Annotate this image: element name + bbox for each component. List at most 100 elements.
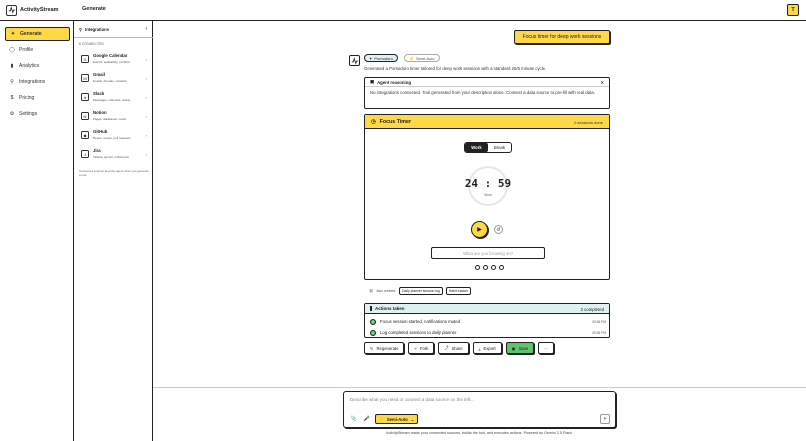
integration-jira[interactable]: J Jira Tickets, sprints, milestones ›: [79, 146, 149, 163]
top-bar: ActivityStream Generate T: [0, 0, 806, 21]
gear-icon: ⚙: [9, 111, 15, 117]
share-button[interactable]: ⤴ Share: [438, 342, 469, 354]
focus-input[interactable]: What are you focusing on?: [431, 247, 545, 259]
session-dot: [475, 265, 480, 270]
timer-card-header: ◷ Focus Timer 0 sessions done: [365, 115, 609, 129]
sparkle-icon: ✦: [10, 31, 16, 37]
chevron-right-icon: ›: [145, 133, 147, 138]
composer: Describe what you need or connect a data…: [343, 391, 616, 428]
more-icon: ···: [544, 345, 549, 351]
jira-icon: J: [81, 150, 89, 158]
app-name: ActivityStream: [20, 7, 59, 13]
bolt-icon: ⚡: [378, 416, 384, 421]
send-button[interactable]: ➤: [600, 414, 610, 424]
sidebar-item-profile[interactable]: ◯ Profile: [5, 43, 70, 57]
notion-icon: N: [81, 112, 89, 120]
microphone-icon[interactable]: 🎤: [363, 415, 371, 423]
session-dot: [499, 265, 504, 270]
sidebar-item-generate[interactable]: ✦ Generate: [5, 27, 70, 41]
timer-display: 24 : 59: [464, 177, 512, 190]
user-message: Focus timer for deep work sessions: [514, 30, 610, 44]
action-time: 09:36 PM: [592, 330, 606, 335]
connected-count: 6 CONNECTED: [79, 42, 105, 46]
integrations-header: ⚲ Integrations ‹: [74, 21, 153, 38]
fork-icon: ⑂: [414, 345, 417, 351]
action-row: ✓ Log completed sessions to daily planne…: [370, 329, 606, 336]
also-created-row: ⛓ Also created: Daily planner session lo…: [369, 287, 472, 295]
integration-notion[interactable]: N Notion Pages, databases, notes ›: [79, 108, 149, 125]
mode-tag: ⚡ Semi-Auto: [404, 54, 440, 62]
action-time: 09:36 PM: [592, 319, 606, 324]
tag-daily-planner[interactable]: Daily planner session log: [399, 287, 443, 295]
agent-reasoning-panel: ▣ Agent reasoning ✕ No integrations conn…: [364, 77, 610, 109]
brain-icon: ▣: [370, 79, 375, 84]
calendar-icon: G: [81, 55, 89, 63]
github-icon: ◆: [81, 131, 89, 139]
action-row: ✓ Focus session started, notifications m…: [370, 318, 606, 325]
export-button[interactable]: ⤓ Export: [472, 342, 502, 354]
avatar[interactable]: T: [787, 4, 799, 16]
chevron-left-icon[interactable]: ‹: [145, 26, 147, 32]
footer-text: ActivityStream reads your connected sour…: [386, 431, 573, 435]
chevron-right-icon: ›: [145, 57, 147, 62]
mail-icon: M: [81, 74, 89, 82]
mode-selector[interactable]: ⚡ Semi-Auto ⌄: [375, 414, 418, 424]
timer-title: Focus Timer: [379, 118, 412, 125]
reasoning-body: No integrations connected. Tool generate…: [370, 90, 595, 95]
reasoning-header[interactable]: ▣ Agent reasoning ✕: [365, 78, 609, 87]
actions-count: 2 completed: [580, 307, 604, 312]
save-button[interactable]: ▣ Save: [505, 342, 535, 354]
reset-button[interactable]: ↺: [494, 225, 503, 234]
tag-habit-tracker[interactable]: Habit tracker: [445, 287, 472, 295]
link-icon: ⛓: [369, 289, 374, 293]
mode-toggle: Work Break: [464, 142, 512, 153]
actions-panel: Actions taken 2 completed ✓ Focus sessio…: [364, 303, 610, 338]
actions-header: Actions taken 2 completed: [365, 304, 609, 314]
play-button[interactable]: ▶: [471, 221, 488, 238]
more-button[interactable]: ···: [538, 342, 555, 354]
sidebar-item-settings[interactable]: ⚙ Settings: [5, 107, 70, 121]
reset-icon: ↺: [496, 226, 501, 233]
tab-break[interactable]: Break: [488, 143, 511, 152]
page-title: Generate: [82, 6, 106, 12]
sidebar-item-analytics[interactable]: ▮ Analytics: [5, 59, 70, 73]
collapse-icon[interactable]: ✕: [601, 80, 604, 85]
attach-icon[interactable]: 📎: [350, 415, 358, 423]
chevron-down-icon: ⌄: [410, 416, 415, 422]
bolt-icon: ⚡: [409, 55, 414, 61]
tab-work[interactable]: Work: [465, 143, 488, 152]
check-icon: ✓: [370, 318, 376, 325]
refresh-icon: ↻: [370, 345, 374, 351]
chevron-right-icon: ›: [145, 152, 147, 157]
integration-gmail[interactable]: M Gmail Emails, threads, contacts ›: [79, 70, 149, 87]
focus-timer-card: ◷ Focus Timer 0 sessions done Work Break…: [364, 114, 610, 280]
user-icon: ◯: [9, 47, 15, 53]
sparkle-icon: ✦: [369, 55, 373, 61]
send-icon: ➤: [602, 416, 608, 422]
chevron-right-icon: ›: [145, 95, 147, 100]
fork-button[interactable]: ⑂ Fork: [408, 342, 435, 354]
sessions-done: 0 sessions done: [574, 120, 603, 125]
integration-google-calendar[interactable]: G Google Calendar Events, availability, …: [79, 51, 149, 68]
clock-icon: ◷: [371, 118, 376, 125]
integration-github[interactable]: ◆ GitHub Repos, issues, pull requests ›: [79, 127, 149, 144]
integrations-note: Connected sources feed the agent when yo…: [79, 169, 149, 177]
integrations-title: Integrations: [85, 26, 110, 32]
chart-icon: ▮: [10, 63, 14, 69]
prompt-input[interactable]: Describe what you need or connect a data…: [350, 397, 474, 402]
integration-slack[interactable]: # Slack Messages, channels, status ›: [79, 89, 149, 106]
session-dot: [491, 265, 496, 270]
session-dot: [483, 265, 488, 270]
result-actions: ↻ Regenerate ⑂ Fork ⤴ Share ⤓ Export ▣ Save ·…: [364, 342, 555, 354]
brand[interactable]: ActivityStream: [6, 4, 59, 16]
save-icon: ▣: [511, 345, 516, 351]
generated-summary: Generated a Pomodoro timer tailored for …: [364, 66, 547, 71]
sidebar-item-integrations[interactable]: ⚲ Integrations: [5, 75, 70, 89]
agent-tag: ✦ Pomodoro: [364, 54, 398, 62]
chevron-right-icon: ›: [145, 76, 147, 81]
regenerate-button[interactable]: ↻ Regenerate: [364, 342, 405, 354]
timer-label: Work: [484, 193, 492, 197]
divider: [153, 387, 806, 388]
sidebar-item-pricing[interactable]: $ Pricing: [5, 91, 70, 105]
activity-logo-icon: [6, 4, 17, 16]
